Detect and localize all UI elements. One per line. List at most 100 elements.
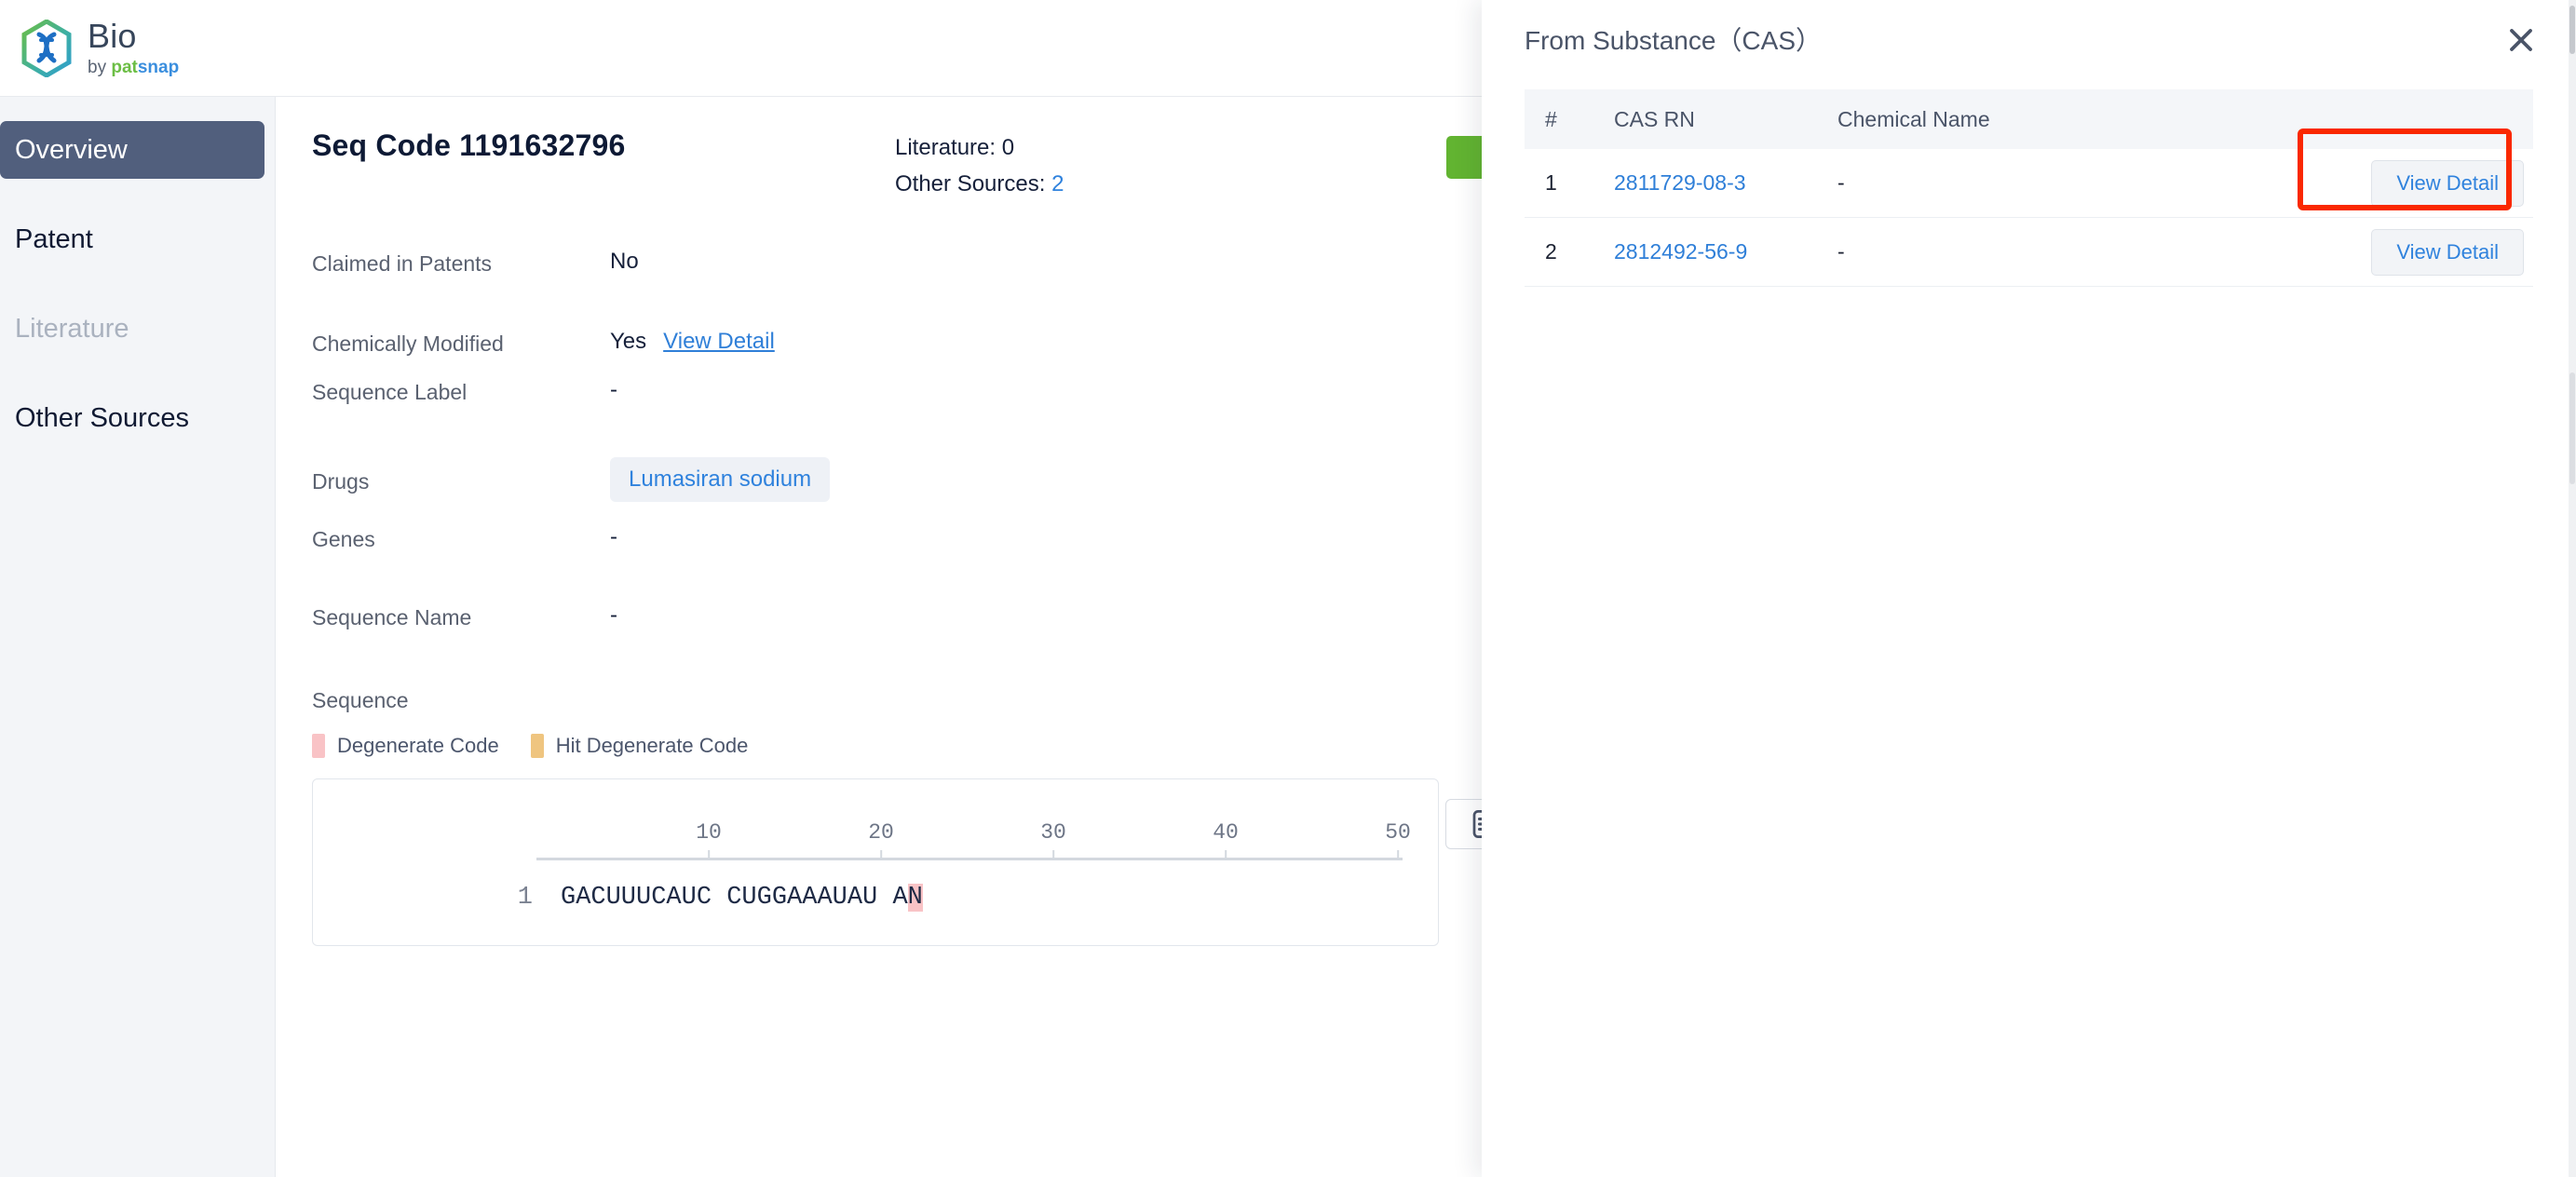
field-chemically-modified: Chemically Modified Yes View Detail bbox=[312, 329, 1478, 357]
ruler-line bbox=[536, 858, 1403, 860]
field-value: No bbox=[610, 249, 639, 274]
field-sequence-name: Sequence Name - bbox=[312, 602, 1478, 630]
table-row: 2 2812492-56-9 - View Detail bbox=[1525, 218, 2533, 287]
field-genes: Genes - bbox=[312, 524, 1478, 552]
view-detail-button[interactable]: View Detail bbox=[2371, 228, 2524, 276]
sequence-viewer[interactable]: 10 20 30 40 50 1 GACUUUCAUC CUGGAAAUAU A… bbox=[312, 778, 1439, 946]
panel-scrollbar-thumb[interactable] bbox=[2569, 372, 2575, 484]
field-value: - bbox=[610, 602, 617, 628]
sequence-residue-degenerate: N bbox=[907, 884, 923, 912]
ruler-tick-mark bbox=[1396, 850, 1399, 859]
page-scrollbar-thumb[interactable] bbox=[2569, 6, 2575, 54]
sidebar-item-label: Other Sources bbox=[15, 402, 189, 433]
column-header-cas-rn: CAS RN bbox=[1614, 106, 1695, 131]
sequence-line-index: 1 bbox=[517, 884, 533, 912]
legend-item-hit-degenerate-code: Hit Degenerate Code bbox=[530, 734, 749, 758]
ruler-tick: 10 bbox=[696, 820, 722, 859]
from-substance-panel: From Substance（CAS） # CAS RN Chemical Na… bbox=[1482, 0, 2576, 1177]
page-scrollbar-track[interactable] bbox=[2569, 0, 2576, 1177]
ruler-tick-mark bbox=[879, 850, 882, 859]
sidebar-item-literature: Literature bbox=[0, 300, 264, 358]
brand-logo-area[interactable]: Bio by patsnap bbox=[20, 17, 179, 77]
field-label: Sequence Label bbox=[312, 380, 468, 404]
legend-label: Degenerate Code bbox=[337, 734, 499, 757]
table-row: 1 2811729-08-3 - View Detail bbox=[1525, 149, 2533, 218]
legend-label: Hit Degenerate Code bbox=[555, 734, 749, 757]
cas-table: # CAS RN Chemical Name 1 2811729-08-3 - … bbox=[1525, 89, 2533, 287]
other-sources-count-row: Other Sources: 2 bbox=[895, 167, 1064, 203]
main-content: Seq Code 1191632796 Literature: 0 Other … bbox=[277, 97, 1478, 1177]
sequence-residues-plain: GACUUUCAUC CUGGAAAUAU A bbox=[561, 884, 908, 912]
brand-by: by bbox=[88, 58, 112, 77]
brand-snap: snap bbox=[137, 58, 180, 77]
field-label: Claimed in Patents bbox=[312, 251, 493, 276]
drug-chip-lumasiran-sodium[interactable]: Lumasiran sodium bbox=[610, 457, 831, 502]
ruler-tick-mark bbox=[707, 850, 710, 859]
ruler-tick-mark bbox=[1224, 850, 1227, 859]
source-counts: Literature: 0 Other Sources: 2 bbox=[895, 130, 1064, 203]
ruler-tick-label: 50 bbox=[1385, 820, 1411, 845]
sequence-section-label: Sequence bbox=[312, 688, 409, 712]
sidebar-item-label: Patent bbox=[15, 223, 93, 254]
field-value: - bbox=[610, 524, 617, 549]
view-detail-button[interactable]: View Detail bbox=[2371, 159, 2524, 207]
cas-rn-link[interactable]: 2812492-56-9 bbox=[1614, 239, 1837, 264]
sidebar-item-label: Overview bbox=[15, 134, 128, 165]
other-sources-count-value[interactable]: 2 bbox=[1051, 171, 1064, 196]
brand-title: Bio bbox=[88, 17, 137, 55]
row-action: View Detail bbox=[2351, 228, 2533, 276]
degenerate-code-swatch bbox=[312, 734, 325, 758]
ruler-tick-label: 10 bbox=[696, 820, 722, 845]
row-index: 2 bbox=[1545, 239, 1557, 264]
sidebar-item-other-sources[interactable]: Other Sources bbox=[0, 389, 264, 447]
sequence-ruler: 10 20 30 40 50 bbox=[536, 820, 1412, 871]
other-sources-count-label: Other Sources: bbox=[895, 170, 1052, 196]
column-header-index: # bbox=[1545, 106, 1557, 131]
ruler-tick-label: 30 bbox=[1040, 820, 1066, 845]
sidebar-item-patent[interactable]: Patent bbox=[0, 210, 264, 268]
field-value: - bbox=[610, 377, 617, 402]
sequence-section: Sequence Degenerate Code Hit Degenerate … bbox=[312, 688, 1478, 946]
chemical-name-value: - bbox=[1837, 170, 1845, 195]
brand-text: Bio by patsnap bbox=[88, 17, 179, 77]
row-action: View Detail bbox=[2351, 159, 2533, 207]
close-icon[interactable] bbox=[2501, 20, 2541, 60]
chemically-modified-value: Yes bbox=[610, 329, 647, 354]
close-glyph bbox=[2510, 29, 2532, 51]
brand-pat: pat bbox=[111, 58, 138, 77]
field-claimed-in-patents: Claimed in Patents No bbox=[312, 249, 1478, 277]
field-sequence-label: Sequence Label - bbox=[312, 377, 1478, 405]
hit-degenerate-code-swatch bbox=[530, 734, 544, 758]
field-drugs: Drugs Lumasiran sodium bbox=[312, 457, 1478, 502]
sidebar: Overview Patent Literature Other Sources bbox=[0, 97, 276, 1177]
field-value: Lumasiran sodium bbox=[610, 457, 831, 502]
row-index: 1 bbox=[1545, 170, 1557, 195]
literature-count-label: Literature: bbox=[895, 135, 1002, 160]
sidebar-item-overview[interactable]: Overview bbox=[0, 121, 264, 179]
legend-item-degenerate-code: Degenerate Code bbox=[312, 734, 499, 758]
ruler-tick: 50 bbox=[1385, 820, 1411, 859]
app-root: Bio by patsnap Overview Patent Literatur… bbox=[0, 0, 2576, 1177]
sidebar-item-label: Literature bbox=[15, 313, 129, 344]
brand-subtitle: by patsnap bbox=[88, 59, 179, 76]
panel-header: From Substance（CAS） bbox=[1482, 0, 2576, 78]
field-label: Sequence Name bbox=[312, 605, 472, 629]
ruler-tick-mark bbox=[1051, 850, 1054, 859]
ruler-tick: 40 bbox=[1213, 820, 1239, 859]
ruler-tick-label: 20 bbox=[868, 820, 894, 845]
ruler-tick: 30 bbox=[1040, 820, 1066, 859]
cas-table-header: # CAS RN Chemical Name bbox=[1525, 89, 2533, 149]
field-label: Chemically Modified bbox=[312, 331, 504, 356]
literature-count-row: Literature: 0 bbox=[895, 130, 1064, 167]
cas-rn-link[interactable]: 2811729-08-3 bbox=[1614, 170, 1837, 196]
sequence-residues: GACUUUCAUC CUGGAAAUAU AN bbox=[561, 884, 923, 912]
ruler-tick-label: 40 bbox=[1213, 820, 1239, 845]
chemically-modified-view-detail-link[interactable]: View Detail bbox=[663, 329, 775, 355]
sequence-line: 1 GACUUUCAUC CUGGAAAUAU AN bbox=[462, 884, 923, 912]
literature-count-value: 0 bbox=[1001, 135, 1015, 160]
dna-hexagon-icon bbox=[21, 19, 72, 77]
ruler-tick: 20 bbox=[868, 820, 894, 859]
chemical-name-value: - bbox=[1837, 239, 1845, 264]
panel-title: From Substance（CAS） bbox=[1525, 26, 1822, 55]
field-label: Genes bbox=[312, 527, 375, 551]
